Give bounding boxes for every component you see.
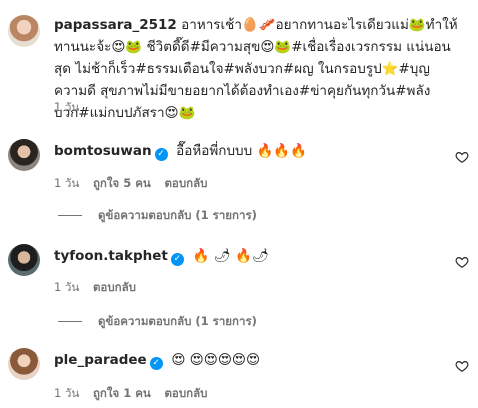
comment-likes[interactable]: ถูกใจ 1 คน: [93, 386, 151, 400]
comment-username[interactable]: ple_paradee: [54, 352, 147, 368]
caption-username[interactable]: papassara_2512: [54, 17, 177, 33]
view-replies-button[interactable]: ดูข้อความตอบกลับ (1 รายการ): [58, 207, 257, 225]
view-replies-button[interactable]: ดูข้อความตอบกลับ (1 รายการ): [58, 313, 257, 331]
comment-meta: 1 วัน ถูกใจ 5 คน ตอบกลับ: [54, 175, 217, 193]
heart-outline-icon[interactable]: [455, 254, 469, 268]
avatar[interactable]: [8, 244, 40, 276]
comment-username[interactable]: tyfoon.takphet: [54, 248, 168, 264]
comment: ple_paradee ✓ 😍 😍😍😍😍😍: [54, 350, 260, 370]
caption-meta: 1 วัน: [54, 99, 89, 117]
reply-button[interactable]: ตอบกลับ: [93, 280, 136, 294]
heart-outline-icon[interactable]: [455, 149, 469, 163]
comment-meta: 1 วัน ตอบกลับ: [54, 279, 146, 297]
comment: bomtosuwan ✓ อื๊อหือพี่กบบบ 🔥🔥🔥: [54, 141, 307, 161]
verified-badge-icon: ✓: [154, 148, 168, 161]
comment-time[interactable]: 1 วัน: [54, 176, 79, 190]
comment-username[interactable]: bomtosuwan: [54, 143, 152, 159]
verified-badge-icon: ✓: [170, 253, 184, 266]
verified-badge-icon: ✓: [149, 357, 163, 370]
avatar[interactable]: [8, 15, 40, 47]
comment-text: อื๊อหือพี่กบบบ 🔥🔥🔥: [176, 143, 307, 159]
comment-likes[interactable]: ถูกใจ 5 คน: [93, 176, 151, 190]
reply-button[interactable]: ตอบกลับ: [164, 176, 207, 190]
comment-time[interactable]: 1 วัน: [54, 386, 79, 400]
avatar[interactable]: [8, 139, 40, 171]
heart-outline-icon[interactable]: [455, 358, 469, 372]
divider: [58, 215, 82, 216]
comment-text: 😍 😍😍😍😍😍: [171, 352, 261, 368]
caption-time[interactable]: 1 วัน: [54, 100, 79, 114]
caption: papassara_2512 อาหารเช้า🥚🥓อยากทานอะไรเดี…: [54, 14, 458, 124]
comment: tyfoon.takphet ✓ 🔥 🌶 🔥🌶: [54, 246, 269, 266]
reply-button[interactable]: ตอบกลับ: [164, 386, 207, 400]
comment-time[interactable]: 1 วัน: [54, 280, 79, 294]
divider: [58, 321, 82, 322]
comment-text: 🔥 🌶 🔥🌶: [192, 248, 269, 264]
avatar[interactable]: [8, 348, 40, 380]
comment-meta: 1 วัน ถูกใจ 1 คน ตอบกลับ: [54, 385, 217, 403]
